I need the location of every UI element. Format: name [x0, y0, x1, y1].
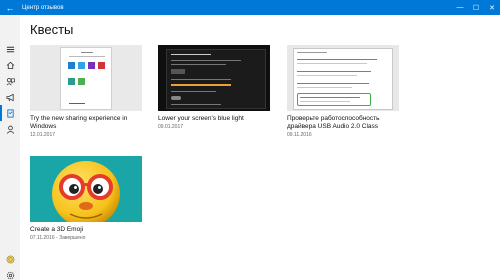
maximize-icon: ☐ [472, 4, 480, 12]
sidebar-item-achievements[interactable] [0, 251, 20, 267]
quest-card[interactable]: Проверьте работоспособность драйвера USB… [287, 45, 399, 139]
quest-title: Create a 3D Emoji [30, 226, 84, 233]
quest-status: 07.11.2016 - Завершено [30, 235, 86, 241]
quests-icon [6, 108, 14, 118]
quest-card[interactable]: Try the new sharing experience in Window… [30, 45, 142, 139]
main-content: Квесты Try the new sharing experience in… [20, 15, 500, 280]
feedback-icon [6, 77, 15, 85]
settings-pane [166, 49, 266, 109]
announcements-icon [5, 93, 14, 101]
sidebar-item-announcements[interactable] [0, 89, 20, 105]
emoji-face-icon [52, 161, 120, 222]
profile-icon [6, 125, 14, 134]
settings-icon [6, 271, 14, 279]
window-title: Центр отзывов [22, 4, 64, 11]
back-button[interactable]: ← [0, 0, 20, 15]
close-button[interactable]: ✕ [484, 0, 500, 15]
sidebar-item-feedback[interactable] [0, 73, 20, 89]
hamburger-menu-icon [6, 46, 14, 52]
night-light-settings-screenshot [158, 45, 270, 111]
home-icon [6, 61, 14, 69]
page-title: Квесты [30, 22, 74, 37]
highlight-box [297, 93, 371, 106]
sidebar-item-profile[interactable] [0, 121, 20, 137]
quest-date: 09.11.2016 [287, 132, 312, 138]
sharing-screenshot [30, 45, 142, 111]
dialog-window [293, 48, 393, 110]
sidebar-item-home[interactable] [0, 57, 20, 73]
usb-audio-dialog-screenshot [287, 45, 399, 111]
share-window [60, 47, 112, 110]
sidebar [0, 15, 20, 280]
quest-date: 09.01.2017 [158, 124, 184, 130]
sidebar-item-settings[interactable] [0, 267, 20, 280]
window-controls: — ☐ ✕ [452, 0, 500, 15]
achievement-icon [6, 255, 14, 263]
minimize-button[interactable]: — [452, 0, 468, 15]
maximize-button[interactable]: ☐ [468, 0, 484, 15]
quest-date: 12.01.2017 [30, 132, 56, 138]
sidebar-item-quests[interactable] [0, 105, 20, 121]
title-bar: ← Центр отзывов — ☐ ✕ [0, 0, 500, 15]
3d-emoji-image [30, 156, 142, 222]
quest-card[interactable]: Lower your screen's blue light 09.01.201… [158, 45, 270, 131]
quest-title: Try the new sharing experience in Window… [30, 115, 128, 130]
quest-card[interactable]: Create a 3D Emoji 07.11.2016 - Завершено [30, 156, 142, 242]
sidebar-item-menu[interactable] [0, 41, 20, 57]
back-arrow-icon: ← [5, 2, 15, 13]
quest-title: Lower your screen's blue light [158, 115, 244, 122]
quest-title: Проверьте работоспособность драйвера USB… [287, 115, 380, 130]
minimize-icon: — [456, 4, 464, 11]
close-icon: ✕ [489, 4, 495, 12]
active-indicator [0, 105, 2, 121]
